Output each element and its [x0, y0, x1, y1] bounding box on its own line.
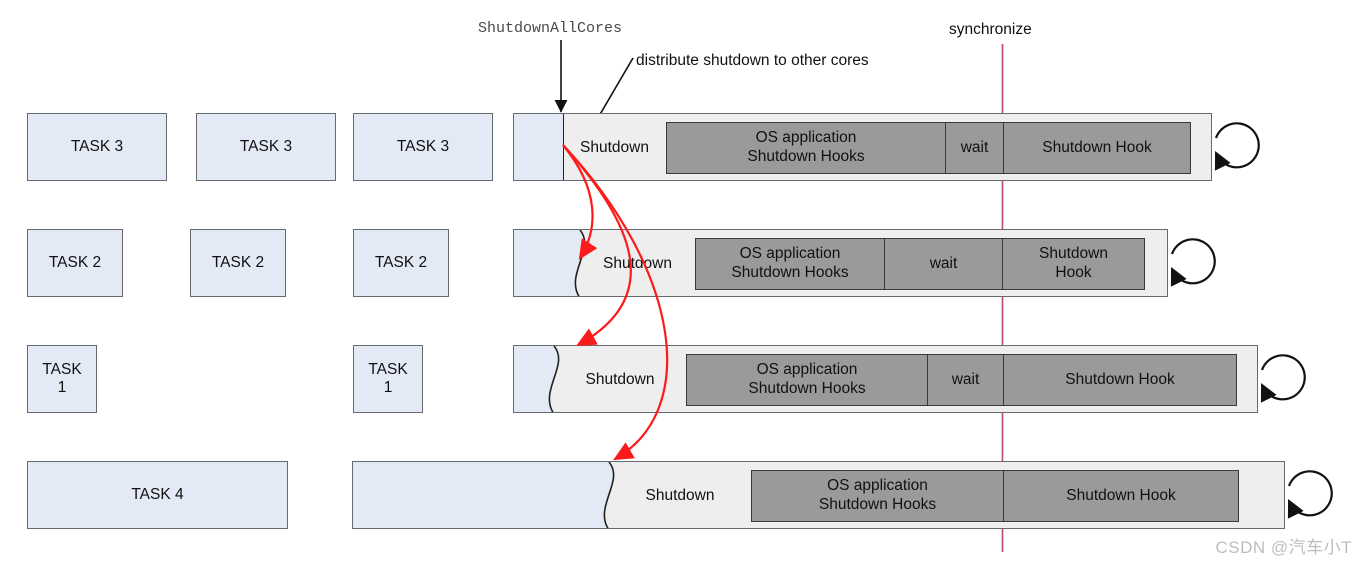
shutdown-label: Shutdown — [645, 487, 715, 504]
task-box: TASK 1 — [27, 345, 97, 413]
lane-segment: OS application Shutdown Hooks — [686, 354, 928, 406]
lane-segment: wait — [946, 122, 1004, 174]
lane-segment: OS application Shutdown Hooks — [666, 122, 946, 174]
lane-segment: OS application Shutdown Hooks — [751, 470, 1004, 522]
lane-segment: Shutdown Hook — [1004, 470, 1239, 522]
core-lane: Shutdown OS application Shutdown Hooks wai… — [513, 345, 1258, 413]
core-lane: Shutdown OS application Shutdown Hooks wai… — [513, 113, 1212, 181]
task-box: TASK 2 — [27, 229, 123, 297]
task-box: TASK 3 — [196, 113, 336, 181]
task-box: TASK 4 — [27, 461, 288, 529]
shutdown-label: Shutdown — [580, 139, 649, 156]
lane-segment: Shutdown Hook — [1004, 354, 1237, 406]
task-box: TASK 3 — [353, 113, 493, 181]
task-box: TASK 3 — [27, 113, 167, 181]
shutdown-label: Shutdown — [585, 371, 655, 388]
core-lane: Shutdown OS application Shutdown Hooks Shu… — [352, 461, 1285, 529]
lane-blue-wave — [353, 462, 615, 528]
shutdown-label: Shutdown — [603, 255, 672, 272]
task-box: TASK 2 — [190, 229, 286, 297]
task-box: TASK 1 — [353, 345, 423, 413]
lane-segment: OS application Shutdown Hooks — [695, 238, 885, 290]
lane-segment: wait — [885, 238, 1003, 290]
lane-segment: Shutdown Hook — [1003, 238, 1145, 290]
diagram-canvas: ShutdownAllCores distribute shutdown to … — [0, 0, 1362, 566]
watermark: CSDN @汽车小T — [1215, 538, 1352, 557]
task-box: TASK 2 — [353, 229, 449, 297]
core-lane: Shutdown OS application Shutdown Hooks wai… — [513, 229, 1168, 297]
lane-segment: Shutdown Hook — [1004, 122, 1191, 174]
lane-segment: wait — [928, 354, 1004, 406]
lane-blue-region — [514, 114, 564, 180]
